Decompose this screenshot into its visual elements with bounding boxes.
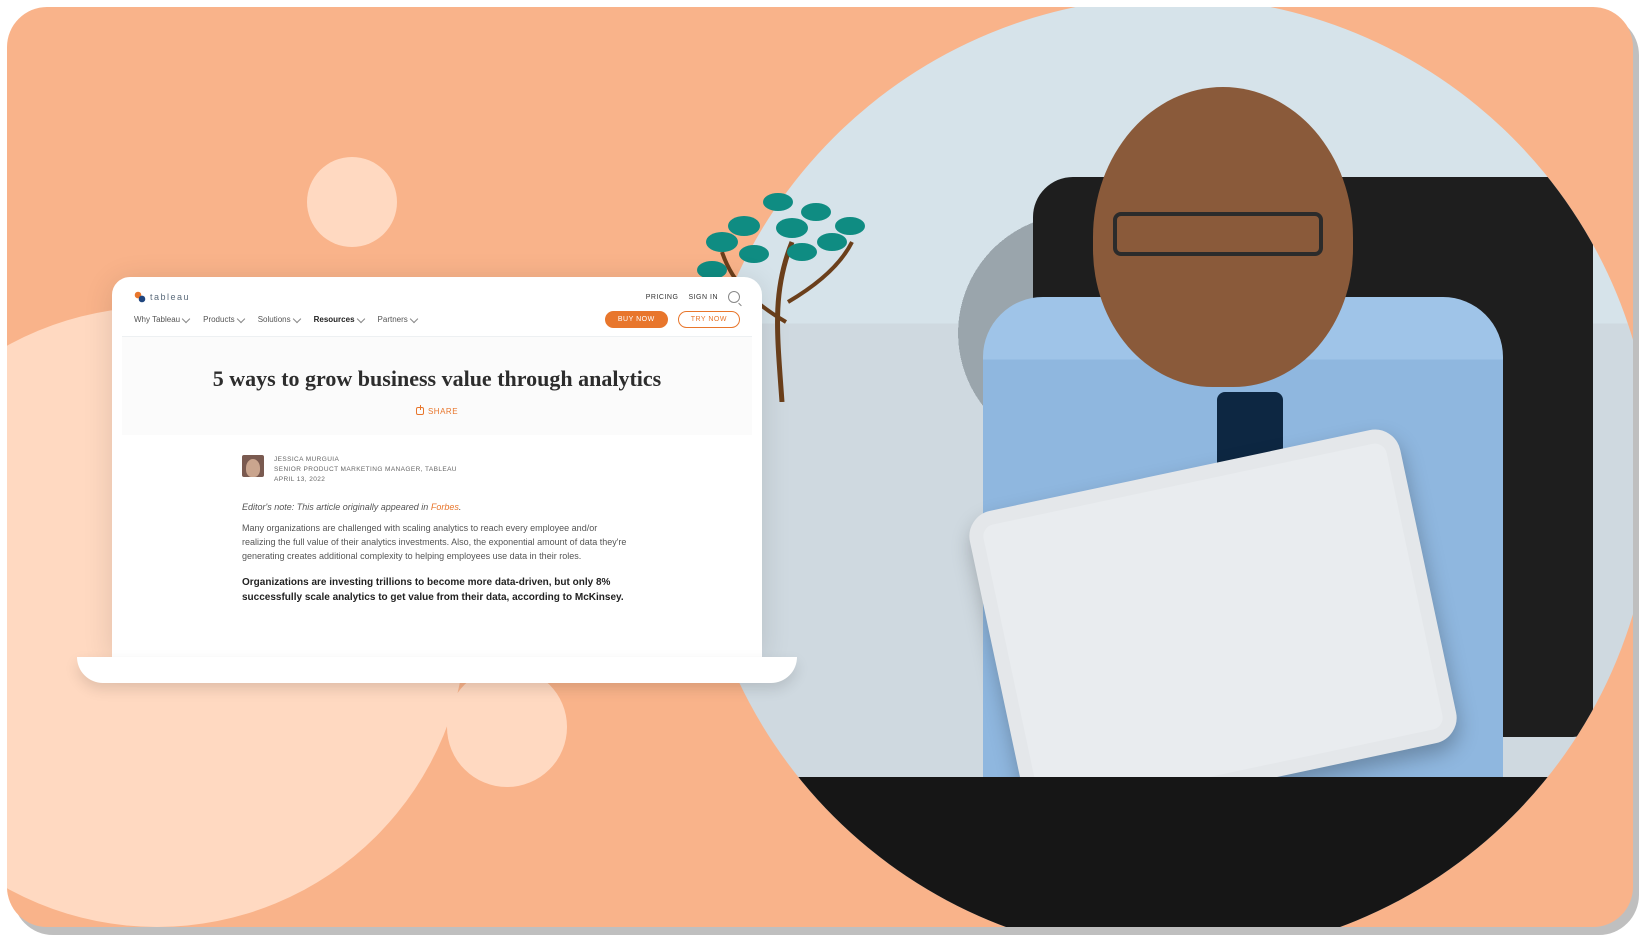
share-label: SHARE xyxy=(428,407,458,416)
nav-item-label: Partners xyxy=(378,315,408,324)
byline-text: JESSICA MURGUIA SENIOR PRODUCT MARKETING… xyxy=(274,455,457,484)
promo-card: tableau PRICING SIGN IN Why Tableau xyxy=(7,7,1633,927)
primary-nav: Why Tableau Products Solutions Reso xyxy=(134,315,417,324)
editors-note-prefix: Editor's note: This article originally a… xyxy=(242,502,431,512)
article-page: tableau PRICING SIGN IN Why Tableau xyxy=(122,287,752,647)
pricing-link[interactable]: PRICING xyxy=(646,294,679,301)
nav-item-label: Why Tableau xyxy=(134,315,180,324)
nav-partners[interactable]: Partners xyxy=(378,315,417,324)
article-hero: 5 ways to grow business value through an… xyxy=(122,337,752,435)
brand-mark-icon xyxy=(134,291,146,303)
top-bar: tableau PRICING SIGN IN xyxy=(122,287,752,307)
editors-note: Editor's note: This article originally a… xyxy=(242,502,632,512)
article-paragraph-1: Many organizations are challenged with s… xyxy=(242,522,632,564)
chevron-down-icon xyxy=(410,314,418,322)
brand-name: tableau xyxy=(150,292,190,302)
photo-desk xyxy=(693,777,1633,927)
laptop-mockup: tableau PRICING SIGN IN Why Tableau xyxy=(77,277,797,683)
page-title: 5 ways to grow business value through an… xyxy=(134,365,740,393)
try-now-button[interactable]: TRY NOW xyxy=(678,311,740,328)
signin-link[interactable]: SIGN IN xyxy=(688,294,718,301)
search-icon[interactable] xyxy=(728,291,740,303)
nav-item-label: Resources xyxy=(314,315,355,324)
author-avatar xyxy=(242,455,264,477)
chevron-down-icon xyxy=(356,314,364,322)
author-role: SENIOR PRODUCT MARKETING MANAGER, TABLEA… xyxy=(274,465,457,475)
nav-row: Why Tableau Products Solutions Reso xyxy=(122,307,752,337)
bg-circle-medium xyxy=(447,667,567,787)
nav-item-label: Products xyxy=(203,315,235,324)
brand-logo[interactable]: tableau xyxy=(134,291,190,303)
bg-circle-small xyxy=(307,157,397,247)
chevron-down-icon xyxy=(182,314,190,322)
buy-now-button[interactable]: BUY NOW xyxy=(605,311,668,328)
nav-products[interactable]: Products xyxy=(203,315,244,324)
nav-why-tableau[interactable]: Why Tableau xyxy=(134,315,189,324)
article-body: JESSICA MURGUIA SENIOR PRODUCT MARKETING… xyxy=(122,435,752,605)
share-button[interactable]: SHARE xyxy=(416,407,458,416)
cta-group: BUY NOW TRY NOW xyxy=(605,311,740,328)
laptop-screen: tableau PRICING SIGN IN Why Tableau xyxy=(112,277,762,657)
byline: JESSICA MURGUIA SENIOR PRODUCT MARKETING… xyxy=(242,455,632,484)
nav-solutions[interactable]: Solutions xyxy=(258,315,300,324)
editors-note-source-link[interactable]: Forbes xyxy=(431,502,459,512)
article-paragraph-2: Organizations are investing trillions to… xyxy=(242,576,632,605)
publish-date: APRIL 13, 2022 xyxy=(274,475,457,485)
nav-resources[interactable]: Resources xyxy=(314,315,364,324)
photo-glasses xyxy=(1113,212,1323,256)
editors-note-suffix: . xyxy=(459,502,462,512)
share-icon xyxy=(416,407,424,415)
chevron-down-icon xyxy=(236,314,244,322)
top-right-links: PRICING SIGN IN xyxy=(646,291,740,303)
laptop-base xyxy=(77,657,797,683)
chevron-down-icon xyxy=(292,314,300,322)
nav-item-label: Solutions xyxy=(258,315,291,324)
author-name: JESSICA MURGUIA xyxy=(274,455,457,465)
hero-photo-circle xyxy=(693,7,1633,927)
